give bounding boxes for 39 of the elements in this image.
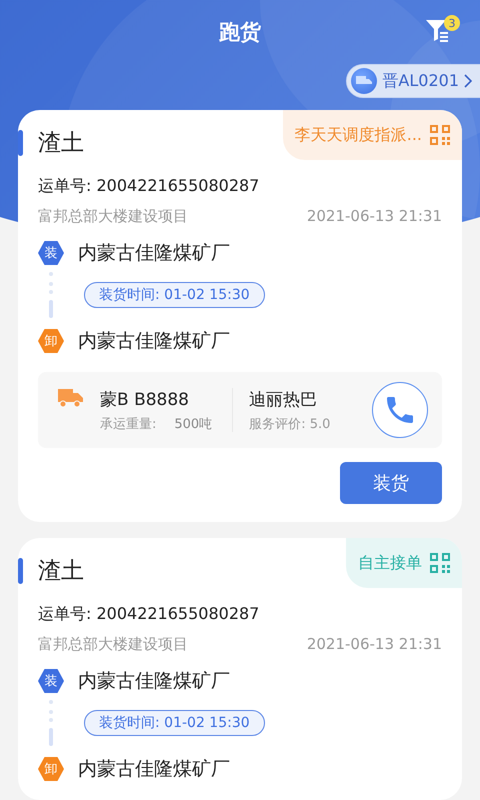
accent-bar bbox=[18, 130, 23, 156]
order-source-text: 自主接单 bbox=[358, 552, 422, 574]
truck-icon bbox=[351, 68, 378, 94]
weight-value: 500吨 bbox=[174, 416, 212, 432]
vehicle-plate: 蒙B B8888 bbox=[100, 388, 190, 410]
stop-place: 内蒙古佳隆煤矿厂 bbox=[78, 669, 230, 694]
order-time: 2021-06-13 21:31 bbox=[306, 207, 442, 226]
stop-place: 内蒙古佳隆煤矿厂 bbox=[78, 329, 230, 354]
cargo-name: 渣土 bbox=[38, 128, 84, 158]
load-button[interactable]: 装货 bbox=[340, 462, 442, 504]
phone-icon bbox=[387, 397, 413, 423]
route-connector bbox=[49, 272, 53, 318]
truck-icon bbox=[58, 388, 84, 408]
stop-badge: 装 bbox=[38, 669, 64, 693]
load-time: 装货时间: 01-02 15:30 bbox=[84, 282, 265, 308]
stop-badge: 卸 bbox=[38, 757, 64, 781]
stop-place: 内蒙古佳隆煤矿厂 bbox=[78, 757, 230, 782]
cargo-name: 渣土 bbox=[38, 556, 84, 586]
service-rating: 服务评价: 5.0 bbox=[249, 416, 330, 432]
qr-code-icon[interactable] bbox=[430, 125, 450, 145]
order-source-text: 李天天调度指派... bbox=[294, 124, 422, 146]
vehicle-selector[interactable]: 晋AL0201 bbox=[346, 64, 480, 98]
stop-badge: 装 bbox=[38, 241, 64, 265]
accent-bar bbox=[18, 558, 23, 584]
waybill-number: 运单号: 2004221655080287 bbox=[38, 604, 260, 625]
weight-label: 承运重量: bbox=[100, 416, 156, 432]
driver-name: 迪丽热巴 bbox=[249, 388, 318, 410]
chevron-right-icon bbox=[464, 74, 472, 88]
stop-place: 内蒙古佳隆煤矿厂 bbox=[78, 241, 230, 266]
page-title: 跑货 bbox=[219, 19, 261, 46]
route-connector bbox=[49, 700, 53, 746]
waybill-number: 运单号: 2004221655080287 bbox=[38, 176, 260, 197]
filter-icon[interactable] bbox=[426, 20, 450, 42]
project-name: 富邦总部大楼建设项目 bbox=[38, 207, 188, 226]
order-time: 2021-06-13 21:31 bbox=[306, 635, 442, 654]
qr-code-icon[interactable] bbox=[430, 553, 450, 573]
project-name: 富邦总部大楼建设项目 bbox=[38, 635, 188, 654]
load-time: 装货时间: 01-02 15:30 bbox=[84, 710, 265, 736]
stop-badge: 卸 bbox=[38, 329, 64, 353]
